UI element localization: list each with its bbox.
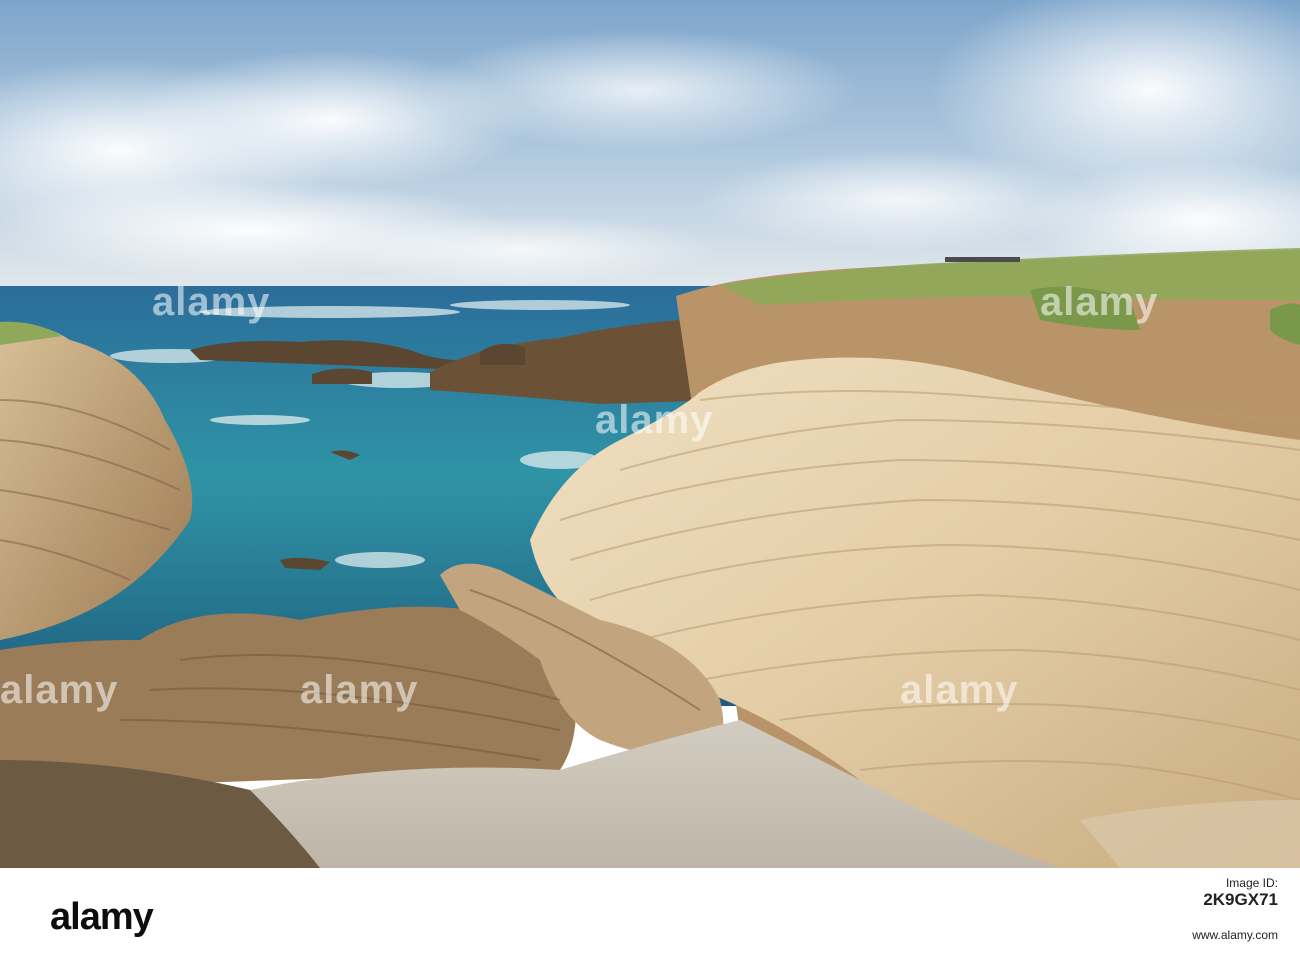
coast-scene bbox=[0, 0, 1300, 868]
photo: alamy alamy alamy alamy alamy alamy bbox=[0, 0, 1300, 868]
footer-bar: alamy Image ID: 2K9GX71 www.alamy.com bbox=[0, 868, 1300, 957]
image-id-value: 2K9GX71 bbox=[1203, 890, 1278, 909]
site-url: www.alamy.com bbox=[1192, 928, 1278, 942]
image-id: Image ID: 2K9GX71 bbox=[1203, 876, 1278, 910]
brand-logo: alamy bbox=[50, 896, 154, 938]
viewing-platform bbox=[945, 257, 1020, 262]
image-id-label: Image ID: bbox=[1225, 876, 1278, 890]
